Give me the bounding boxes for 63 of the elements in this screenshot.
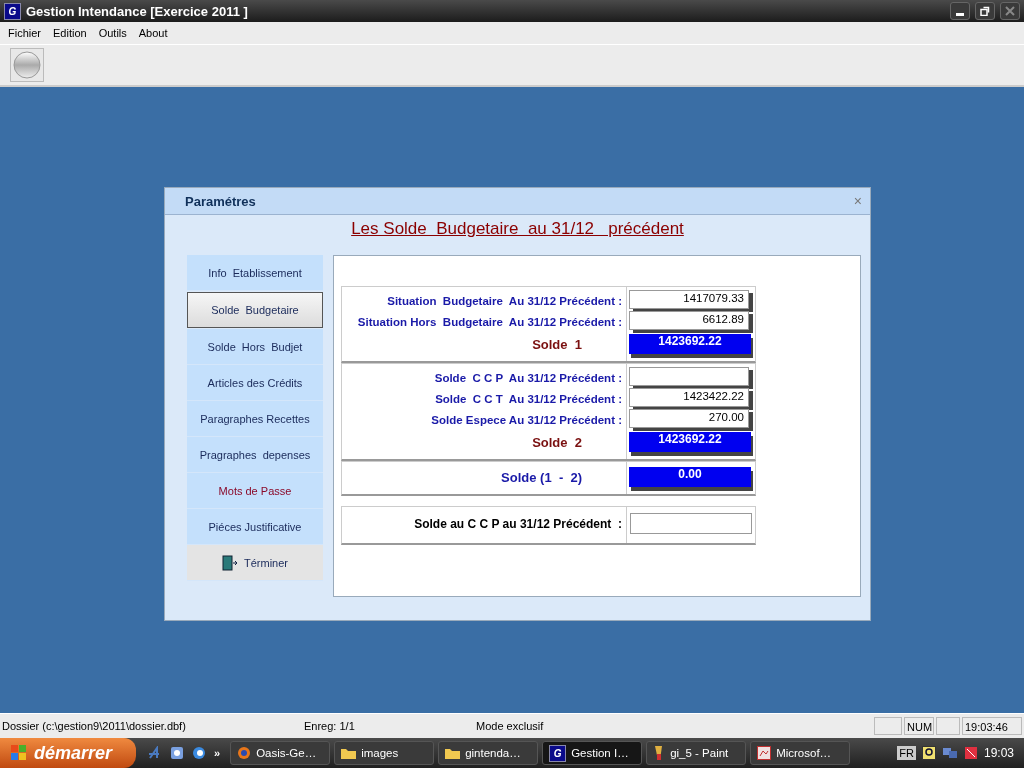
nav-button[interactable]: Articles des Crédits xyxy=(187,365,323,401)
close-button[interactable] xyxy=(1000,2,1020,20)
row-label: Situation Budgetaire Au 31/12 Précédent : xyxy=(386,294,622,309)
menu-item[interactable]: Edition xyxy=(47,27,93,39)
row-label: Solde (1 - 2) xyxy=(500,469,583,487)
row-label: Solde 2 xyxy=(531,434,583,452)
minimize-icon xyxy=(956,12,964,16)
app-icon: G xyxy=(549,744,567,762)
folder-icon xyxy=(445,747,461,759)
input-field[interactable] xyxy=(630,513,752,534)
folder-icon xyxy=(341,747,357,759)
network-icon[interactable] xyxy=(941,746,958,760)
row-label: Solde au C C P au 31/12 Précédent : xyxy=(342,507,627,543)
nav-button[interactable]: Info Etablissement xyxy=(187,255,323,291)
status-time: 19:03:46 xyxy=(962,717,1022,735)
row-label: Solde Espece Au 31/12 Précédent : xyxy=(430,413,622,428)
section-heading: Les Solde Budgetaire au 31/12 précédent xyxy=(351,219,684,239)
help-icon[interactable] xyxy=(921,746,936,760)
clock: 19:03 xyxy=(983,746,1014,760)
quick-launch-icon[interactable] xyxy=(192,746,206,760)
row-label: Solde 1 xyxy=(531,336,583,354)
nav-button[interactable]: Paragraphes Recettes xyxy=(187,401,323,437)
more-chevron[interactable]: » xyxy=(214,747,221,759)
status-path: Dossier (c:\gestion9\2011\dossier.dbf) xyxy=(1,720,187,732)
nav-button[interactable]: Solde Budgetaire xyxy=(187,292,323,328)
nav-button[interactable]: Términer xyxy=(187,545,323,581)
taskbar-button[interactable]: G Gestion I… xyxy=(542,741,643,765)
taskbar-button[interactable]: Oasis-Ge… xyxy=(230,741,331,765)
menu-item[interactable]: Outils xyxy=(92,27,133,39)
shield-icon[interactable] xyxy=(963,746,978,760)
close-icon xyxy=(1005,6,1015,16)
minimize-button[interactable] xyxy=(950,2,970,20)
menu-item[interactable]: About xyxy=(132,27,174,39)
windows-logo xyxy=(10,744,28,762)
start-button[interactable]: démarrer xyxy=(0,738,136,768)
status-panel xyxy=(936,717,960,735)
row-label: Solde C C T Au 31/12 Précédent : xyxy=(434,392,622,407)
num-lock-indicator: NUM xyxy=(904,717,934,735)
nav-button[interactable]: Mots de Passe xyxy=(187,473,323,509)
row-label: Solde C C P Au 31/12 Précédent : xyxy=(433,371,622,386)
sphere-icon xyxy=(12,50,42,80)
row-label: Situation Hors Budgetaire Au 31/12 Précédent : xyxy=(356,315,622,330)
status-panel xyxy=(874,717,902,735)
taskbar-button[interactable]: gintenda… xyxy=(438,741,539,765)
status-record: Enreg: 1/1 xyxy=(303,720,356,732)
quick-launch-icon[interactable] xyxy=(170,746,184,760)
restore-button[interactable] xyxy=(975,2,995,20)
restore-icon xyxy=(980,6,990,16)
document-icon xyxy=(757,746,772,760)
app-icon: G xyxy=(4,2,21,20)
taskbar-button[interactable]: gi_5 - Paint xyxy=(646,741,747,765)
taskbar-button[interactable]: Microsof… xyxy=(750,741,851,765)
nav-button[interactable]: Solde Hors Budjet xyxy=(187,329,323,365)
nav-button[interactable]: Piéces Justificative xyxy=(187,509,323,545)
status-mode: Mode exclusif xyxy=(475,720,545,732)
menu-item[interactable]: Fichier xyxy=(2,27,47,39)
nav-button[interactable]: Pragraphes depenses xyxy=(187,437,323,473)
window-title: Gestion Intendance [Exercice 2011 ] xyxy=(26,3,249,19)
taskbar-button[interactable]: images xyxy=(334,741,435,765)
browser-icon xyxy=(237,746,252,760)
dialog-title: Paramétres xyxy=(185,193,257,209)
exit-door-icon xyxy=(222,554,238,571)
language-indicator[interactable]: FR xyxy=(897,746,916,760)
